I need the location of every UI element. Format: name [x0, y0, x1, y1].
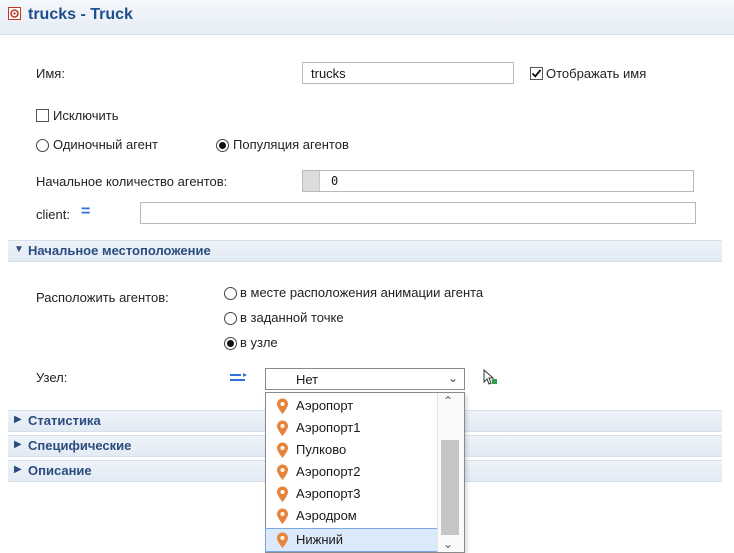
exclude-checkbox[interactable]: [36, 109, 49, 122]
initial-count-label: Начальное количество агентов:: [36, 174, 228, 189]
list-item-label: Пулково: [296, 442, 347, 457]
map-pin-icon: [277, 442, 288, 458]
map-pin-icon: [277, 532, 288, 548]
list-item[interactable]: Аэропорт3: [266, 483, 438, 505]
static-dynamic-toggle-icon[interactable]: [230, 371, 248, 385]
single-agent-label: Одиночный агент: [53, 137, 159, 152]
page-title: trucks - Truck: [28, 6, 133, 23]
list-item[interactable]: Аэропорт2: [266, 461, 438, 483]
place-animation-label: в месте расположения анимации агента: [240, 285, 484, 300]
list-item-label: Аэропорт1: [296, 420, 361, 435]
list-item-label: Аэродром: [296, 508, 357, 523]
section-title: Описание: [28, 463, 92, 478]
list-item[interactable]: Аэродром: [266, 505, 438, 527]
properties-header: trucks - Truck: [0, 0, 734, 35]
section-title: Статистика: [28, 413, 101, 428]
scroll-down-icon[interactable]: ⌄: [443, 537, 453, 551]
list-item-label: Аэропорт3: [296, 486, 361, 501]
collapsed-arrow-icon: ▶: [14, 464, 22, 475]
name-label: Имя:: [36, 66, 65, 81]
code-marker: [303, 171, 320, 191]
node-select-value: Нет: [296, 372, 319, 387]
place-point-label: в заданной точке: [240, 310, 344, 325]
place-animation-radio[interactable]: [224, 287, 237, 300]
show-name-checkbox[interactable]: [530, 67, 543, 80]
list-item[interactable]: Аэропорт1: [266, 417, 438, 439]
place-node-label: в узле: [240, 335, 278, 350]
node-label: Узел:: [36, 370, 68, 385]
initial-count-input[interactable]: 0: [302, 170, 694, 192]
place-agents-label: Расположить агентов:: [36, 290, 169, 305]
map-pin-icon: [277, 486, 288, 502]
list-item-highlighted[interactable]: Нижний: [265, 528, 439, 552]
list-item-label: Аэропорт2: [296, 464, 361, 479]
expanded-arrow-icon: ▼: [14, 244, 24, 255]
show-name-label: Отображать имя: [546, 66, 647, 81]
client-input[interactable]: [140, 202, 696, 224]
list-item-label: Нижний: [296, 532, 344, 547]
map-pin-icon: [277, 420, 288, 436]
population-radio[interactable]: [216, 139, 229, 152]
section-initial-location[interactable]: ▼ Начальное местоположение: [8, 240, 722, 262]
initial-count-value: 0: [331, 174, 339, 188]
scroll-up-icon[interactable]: ⌃: [443, 394, 453, 408]
list-item[interactable]: Аэропорт: [266, 395, 438, 417]
scrollbar-thumb[interactable]: [441, 440, 459, 535]
chevron-down-icon: ⌄: [447, 371, 458, 385]
section-title: Специфические: [28, 438, 132, 453]
population-label: Популяция агентов: [233, 137, 349, 152]
select-on-canvas-icon[interactable]: [482, 369, 498, 385]
collapsed-arrow-icon: ▶: [14, 414, 22, 425]
map-pin-icon: [277, 508, 288, 524]
client-label: client:: [36, 207, 70, 222]
list-item[interactable]: Пулково: [266, 439, 438, 461]
exclude-label: Исключить: [53, 108, 119, 123]
checkmark-icon: [531, 69, 542, 78]
equals-icon[interactable]: =: [81, 203, 90, 221]
map-pin-icon: [277, 464, 288, 480]
section-title: Начальное местоположение: [28, 243, 211, 258]
node-select[interactable]: Нет ⌄: [265, 368, 465, 390]
list-item-label: Аэропорт: [296, 398, 354, 413]
agent-population-icon: [8, 7, 21, 20]
node-dropdown-list: Аэропорт Аэропорт1 Пулково Аэропорт2 Аэр…: [265, 392, 465, 553]
place-point-radio[interactable]: [224, 312, 237, 325]
single-agent-radio[interactable]: [36, 139, 49, 152]
name-input[interactable]: trucks: [302, 62, 514, 84]
collapsed-arrow-icon: ▶: [14, 439, 22, 450]
place-node-radio[interactable]: [224, 337, 237, 350]
map-pin-icon: [277, 398, 288, 414]
